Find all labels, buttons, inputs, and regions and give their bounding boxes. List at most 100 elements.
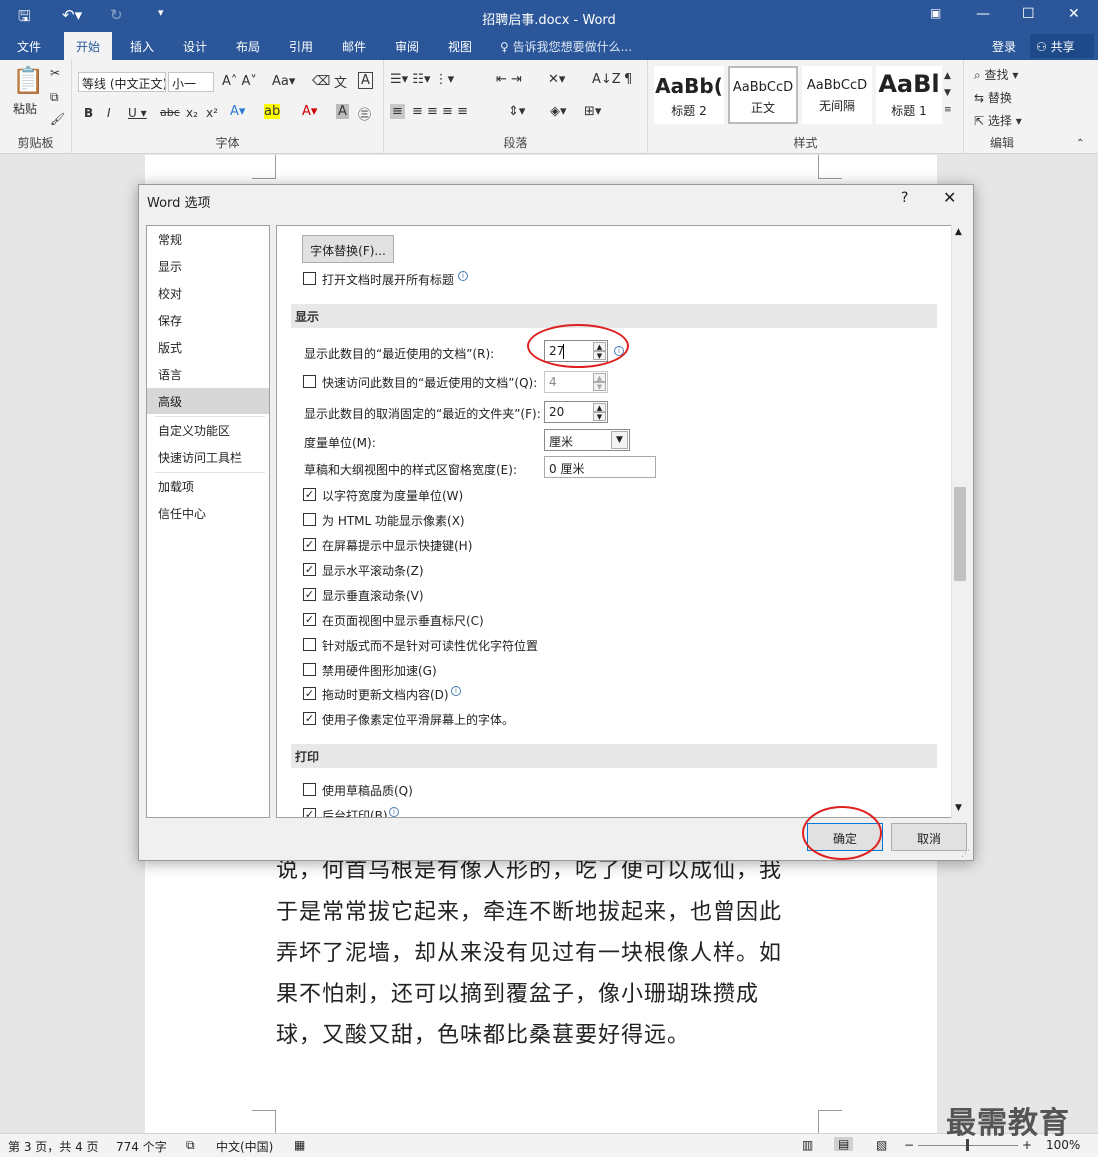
cut-icon[interactable]: ✂ — [50, 66, 60, 80]
ribbon-display-icon[interactable]: ▣ — [930, 6, 941, 20]
cb-subpixel[interactable]: ✓ — [303, 712, 316, 725]
sort-icon[interactable]: A↓Z — [592, 72, 621, 87]
paste-icon[interactable]: 📋 — [12, 66, 44, 96]
cb-disable-hw-accel[interactable] — [303, 663, 316, 676]
bold-icon[interactable]: B — [84, 106, 93, 120]
scroll-thumb[interactable] — [954, 487, 966, 581]
proofing-icon[interactable]: ⧉ — [186, 1138, 195, 1153]
phonetic-guide-icon[interactable]: 文 — [334, 72, 347, 91]
minimize-icon[interactable]: — — [976, 6, 990, 22]
nav-advanced[interactable]: 高级 — [147, 388, 269, 414]
cb-vertical-scrollbar[interactable]: ✓ — [303, 588, 316, 601]
cb-char-width-units[interactable]: ✓ — [303, 488, 316, 501]
align-left-icon[interactable]: ≡ — [390, 104, 405, 119]
tab-file[interactable]: 文件 — [17, 38, 41, 55]
style-no-spacing[interactable]: AaBbCcD 无间隔 — [802, 66, 872, 124]
tab-home[interactable]: 开始 — [64, 32, 113, 60]
word-count[interactable]: 774 个字 — [116, 1138, 167, 1155]
cb-vertical-ruler[interactable]: ✓ — [303, 613, 316, 626]
spin-up-icon[interactable]: ▲ — [593, 373, 606, 382]
web-layout-icon[interactable]: ▧ — [876, 1138, 887, 1152]
spin-up-icon[interactable]: ▲ — [593, 403, 606, 412]
find-button[interactable]: ⌕ 查找 ▾ — [974, 66, 1018, 83]
help-button[interactable]: ? — [901, 190, 908, 206]
cancel-button[interactable]: 取消 — [891, 823, 967, 851]
cb-update-drag[interactable]: ✓ — [303, 687, 316, 700]
borders-icon[interactable]: ⊞▾ — [584, 104, 601, 119]
strikethrough-icon[interactable]: abc — [160, 106, 180, 119]
bullets-icon[interactable]: ☰▾ ☷▾ ⋮▾ — [390, 72, 454, 87]
nav-save[interactable]: 保存 — [147, 307, 269, 333]
tab-layout[interactable]: 布局 — [236, 38, 260, 55]
unpinned-folders-spinner[interactable]: 20 ▲ ▼ — [544, 401, 608, 423]
cb-optimize-layout[interactable] — [303, 638, 316, 651]
maximize-icon[interactable]: ☐ — [1022, 6, 1035, 22]
nav-trust-center[interactable]: 信任中心 — [147, 500, 269, 526]
quick-access-spinner[interactable]: 4 ▲ ▼ — [544, 371, 608, 393]
char-border-icon[interactable]: A — [358, 72, 373, 89]
asian-layout-icon[interactable]: ✕▾ — [548, 72, 565, 87]
close-icon[interactable]: ✕ — [943, 188, 956, 207]
tab-design[interactable]: 设计 — [183, 38, 207, 55]
cb-shortcut-keys[interactable]: ✓ — [303, 538, 316, 551]
copy-icon[interactable]: ⧉ — [50, 90, 59, 105]
expand-headings-checkbox[interactable] — [303, 272, 316, 285]
print-layout-icon[interactable]: ▤ — [834, 1137, 854, 1151]
tell-me-search[interactable]: ♀ 告诉我您想要做什么... — [500, 38, 632, 55]
tab-mailings[interactable]: 邮件 — [342, 38, 366, 55]
tab-references[interactable]: 引用 — [289, 38, 313, 55]
scroll-down-icon[interactable]: ▼ — [955, 803, 962, 813]
nav-customize-ribbon[interactable]: 自定义功能区 — [147, 417, 269, 443]
cb-html-pixels[interactable] — [303, 513, 316, 526]
shading-icon[interactable]: ◈▾ — [550, 104, 567, 119]
nav-general[interactable]: 常规 — [147, 226, 269, 252]
font-substitution-button[interactable]: 字体替换(F)... — [302, 235, 394, 263]
subscript-icon[interactable]: x₂ — [186, 106, 198, 120]
tab-view[interactable]: 视图 — [448, 38, 472, 55]
enclose-char-icon[interactable]: ㊂ — [358, 104, 371, 123]
page-count[interactable]: 第 3 页，共 4 页 — [8, 1138, 99, 1155]
replace-button[interactable]: ⇆ 替换 — [974, 89, 1012, 106]
quick-access-checkbox[interactable] — [303, 375, 316, 388]
scroll-up-icon[interactable]: ▲ — [955, 227, 962, 237]
style-normal[interactable]: AaBbCcD 正文 — [728, 66, 798, 124]
style-heading-1[interactable]: AaBl 标题 1 — [876, 66, 942, 124]
resize-grip-icon[interactable]: ⋰ — [961, 849, 970, 859]
paste-button[interactable]: 粘贴 — [13, 100, 37, 117]
select-button[interactable]: ⇱ 选择 ▾ — [974, 112, 1022, 129]
highlight-icon[interactable]: ab — [264, 104, 281, 119]
styles-gallery-scroll-icon[interactable]: ▲ ▼ ≡ — [944, 68, 952, 119]
nav-language[interactable]: 语言 — [147, 361, 269, 387]
nav-layout[interactable]: 版式 — [147, 334, 269, 360]
cb-draft-quality[interactable] — [303, 783, 316, 796]
tab-insert[interactable]: 插入 — [130, 38, 154, 55]
cb-horizontal-scrollbar[interactable]: ✓ — [303, 563, 316, 576]
font-color-icon[interactable]: A▾ — [302, 104, 317, 119]
tab-review[interactable]: 审阅 — [395, 38, 419, 55]
underline-icon[interactable]: U ▾ — [128, 106, 147, 120]
content-scrollbar[interactable]: ▲ ▼ — [951, 225, 968, 818]
text-effects-icon[interactable]: A▾ — [230, 104, 245, 119]
nav-add-ins[interactable]: 加载项 — [147, 473, 269, 499]
indent-icon[interactable]: ⇤ ⇥ — [496, 72, 522, 87]
style-heading-2[interactable]: AaBb( 标题 2 — [654, 66, 724, 124]
chevron-down-icon[interactable]: ▼ — [611, 431, 628, 449]
share-button[interactable]: ⚇ 共享 — [1030, 34, 1094, 58]
login-link[interactable]: 登录 — [992, 38, 1016, 55]
nav-quick-access-toolbar[interactable]: 快速访问工具栏 — [147, 444, 269, 470]
format-painter-icon[interactable]: 🖌 — [50, 112, 65, 126]
nav-display[interactable]: 显示 — [147, 253, 269, 279]
nav-proofing[interactable]: 校对 — [147, 280, 269, 306]
show-marks-icon[interactable]: ¶ — [624, 72, 632, 87]
superscript-icon[interactable]: x² — [206, 106, 218, 120]
language-indicator[interactable]: 中文(中国) — [216, 1138, 273, 1155]
char-shading-icon[interactable]: A — [336, 104, 349, 119]
line-spacing-icon[interactable]: ⇕▾ — [508, 104, 525, 119]
font-name-combo[interactable]: 等线 (中文正文) — [78, 72, 166, 92]
collapse-ribbon-icon[interactable]: ⌃ — [1076, 138, 1084, 149]
zoom-out-icon[interactable]: − — [904, 1138, 914, 1152]
cb-background-print[interactable]: ✓ — [303, 808, 316, 817]
style-area-input[interactable]: 0 厘米 — [544, 456, 656, 478]
change-case-icon[interactable]: Aa▾ — [272, 74, 295, 89]
spin-down-icon[interactable]: ▼ — [593, 412, 606, 421]
